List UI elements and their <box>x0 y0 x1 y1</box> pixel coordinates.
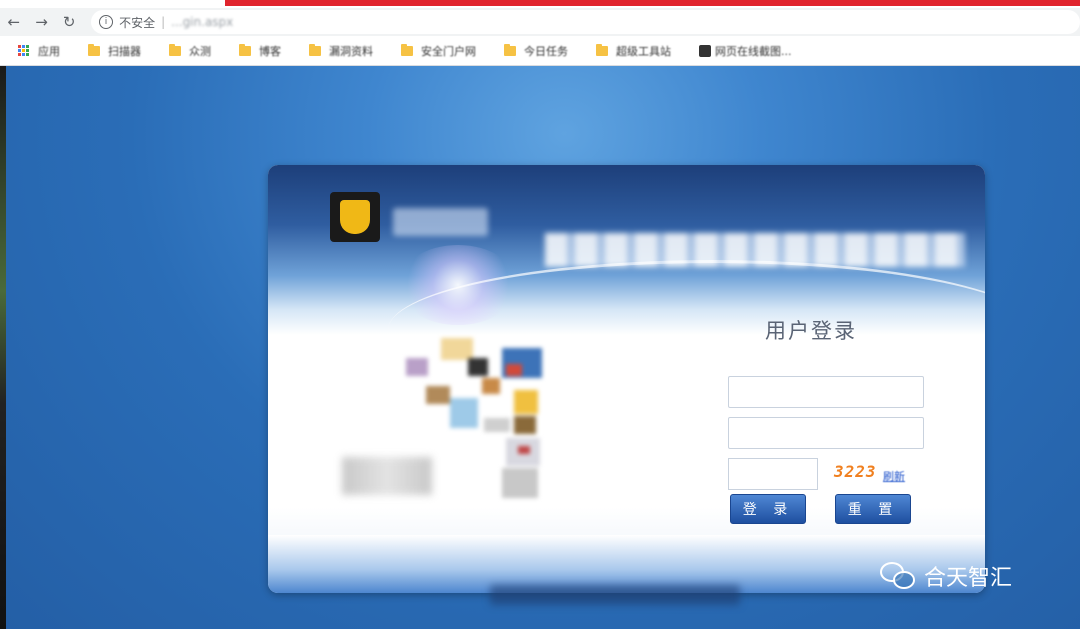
bookmark-folder[interactable]: 超级工具站 <box>596 43 671 59</box>
shield-icon <box>340 200 370 234</box>
browser-toolbar: ← → ↻ i 不安全 | ...gin.aspx <box>0 8 1080 36</box>
bookmark-folder[interactable]: 众测 <box>169 43 211 59</box>
reload-icon[interactable]: ↻ <box>55 8 83 36</box>
footer-copyright-blurred <box>490 585 740 605</box>
folder-icon <box>504 43 516 56</box>
bookmark-folder[interactable]: 今日任务 <box>504 43 568 59</box>
bookmark-label: 扫描器 <box>108 44 141 58</box>
captcha-image[interactable]: 3223 <box>834 462 877 481</box>
bookmark-folder[interactable]: 扫描器 <box>88 43 141 59</box>
page-icon <box>699 44 711 57</box>
bookmark-label: 应用 <box>38 44 60 58</box>
bookmark-label: 漏洞资料 <box>329 44 373 58</box>
username-input[interactable] <box>728 376 924 408</box>
bookmark-label: 博客 <box>259 44 281 58</box>
brand-name-blurred <box>393 208 488 236</box>
login-button[interactable]: 登 录 <box>730 494 806 524</box>
bookmarks-bar: 应用 扫描器 众测 博客 漏洞资料 安全门户网 今日任务 超级工具站 网页在线截… <box>0 36 1080 66</box>
security-label: 不安全 <box>119 15 156 30</box>
illustration-caption-blurred <box>342 457 432 495</box>
browser-accent-strip <box>225 0 1080 6</box>
folder-icon <box>88 43 100 56</box>
bookmark-folder[interactable]: 漏洞资料 <box>309 43 373 59</box>
bookmark-label: 安全门户网 <box>421 44 476 58</box>
bookmark-label: 超级工具站 <box>616 44 671 58</box>
back-icon[interactable]: ← <box>0 8 28 36</box>
folder-icon <box>309 43 321 56</box>
browser-top-strip <box>0 0 1080 8</box>
captcha-input[interactable] <box>728 458 818 490</box>
bookmark-apps[interactable]: 应用 <box>18 43 60 59</box>
watermark: 合天智汇 <box>880 560 1012 592</box>
bookmark-label: 众测 <box>189 44 211 58</box>
captcha-refresh-link[interactable]: 刷新 <box>883 468 905 484</box>
folder-icon <box>596 43 608 56</box>
bookmark-folder[interactable]: 安全门户网 <box>401 43 476 59</box>
system-slogan-blurred <box>545 233 965 267</box>
watermark-text: 合天智汇 <box>924 566 1013 591</box>
folder-icon <box>169 43 181 56</box>
address-bar[interactable]: i 不安全 | ...gin.aspx <box>91 10 1080 34</box>
address-separator: | <box>161 15 166 29</box>
bookmark-label: 今日任务 <box>524 44 568 58</box>
bookmark-label: 网页在线截图... <box>715 44 792 58</box>
url-text: ...gin.aspx <box>171 15 234 29</box>
apps-grid-icon <box>18 44 30 57</box>
login-banner <box>268 165 985 335</box>
forward-icon[interactable]: → <box>28 8 56 36</box>
system-logo <box>330 192 380 242</box>
folder-icon <box>239 43 251 56</box>
password-input[interactable] <box>728 417 924 449</box>
folder-icon <box>401 43 413 56</box>
bookmark-page[interactable]: 网页在线截图... <box>699 43 792 59</box>
bookmark-folder[interactable]: 博客 <box>239 43 281 59</box>
wechat-icon <box>880 562 916 590</box>
login-panel: 用户登录 3223 刷新 登 录 重 置 <box>268 165 985 593</box>
reset-button[interactable]: 重 置 <box>835 494 911 524</box>
info-icon[interactable]: i <box>99 15 114 29</box>
login-title: 用户登录 <box>765 319 857 343</box>
